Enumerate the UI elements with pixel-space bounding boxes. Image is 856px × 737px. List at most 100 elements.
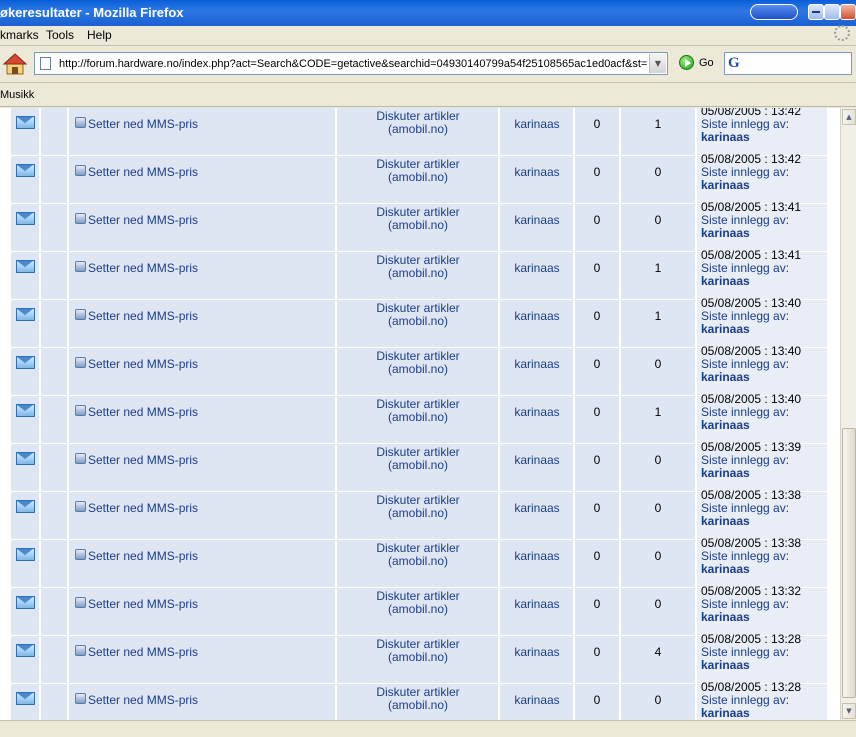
topic-title-link[interactable]: Setter ned MMS-pris xyxy=(88,693,198,707)
menu-bookmarks[interactable]: kmarks xyxy=(0,28,39,42)
last-post-user[interactable]: karinaas xyxy=(701,659,750,672)
go-to-post-icon[interactable] xyxy=(75,549,86,560)
topic-title-link[interactable]: Setter ned MMS-pris xyxy=(88,213,198,227)
go-to-post-icon[interactable] xyxy=(75,405,86,416)
forum-site[interactable]: (amobil.no) xyxy=(337,699,499,712)
forum-site[interactable]: (amobil.no) xyxy=(337,603,499,616)
forum-site[interactable]: (amobil.no) xyxy=(337,555,499,568)
forum-link[interactable]: Diskuter artikler (amobil.no) xyxy=(337,254,499,280)
views-count: 1 xyxy=(654,309,662,323)
topic-title-link[interactable]: Setter ned MMS-pris xyxy=(88,501,198,515)
author-link[interactable]: karinaas xyxy=(500,405,574,419)
author-link[interactable]: karinaas xyxy=(500,261,574,275)
forum-link[interactable]: Diskuter artikler (amobil.no) xyxy=(337,590,499,616)
forum-site[interactable]: (amobil.no) xyxy=(337,267,499,280)
go-to-post-icon[interactable] xyxy=(75,453,86,464)
author-link[interactable]: karinaas xyxy=(500,165,574,179)
forum-link[interactable]: Diskuter artikler (amobil.no) xyxy=(337,542,499,568)
last-post-user[interactable]: karinaas xyxy=(701,563,750,576)
author-link[interactable]: karinaas xyxy=(500,357,574,371)
topic-title-link[interactable]: Setter ned MMS-pris xyxy=(88,117,198,131)
last-post-user[interactable]: karinaas xyxy=(701,611,750,624)
last-post-user[interactable]: karinaas xyxy=(701,515,750,528)
forum-link[interactable]: Diskuter artikler (amobil.no) xyxy=(337,446,499,472)
last-post-user[interactable]: karinaas xyxy=(701,227,750,240)
go-to-post-icon[interactable] xyxy=(75,213,86,224)
author-link[interactable]: karinaas xyxy=(500,549,574,563)
go-to-post-icon[interactable] xyxy=(75,357,86,368)
url-bar[interactable]: ▼ xyxy=(34,52,668,75)
topic-title-link[interactable]: Setter ned MMS-pris xyxy=(88,597,198,611)
forum-site[interactable]: (amobil.no) xyxy=(337,315,499,328)
topic-title-link[interactable]: Setter ned MMS-pris xyxy=(88,405,198,419)
home-icon[interactable] xyxy=(2,52,28,76)
topic-title-link[interactable]: Setter ned MMS-pris xyxy=(88,357,198,371)
forum-link[interactable]: Diskuter artikler (amobil.no) xyxy=(337,110,499,136)
menu-tools[interactable]: Tools xyxy=(46,28,74,42)
forum-link[interactable]: Diskuter artikler (amobil.no) xyxy=(337,398,499,424)
go-to-post-icon[interactable] xyxy=(75,261,86,272)
search-box[interactable]: G xyxy=(724,52,852,75)
last-post-user[interactable]: karinaas xyxy=(701,467,750,480)
last-post-user[interactable]: karinaas xyxy=(701,275,750,288)
forum-link[interactable]: Diskuter artikler (amobil.no) xyxy=(337,686,499,712)
go-to-post-icon[interactable] xyxy=(75,309,86,320)
url-history-dropdown[interactable]: ▼ xyxy=(649,54,666,73)
topic-title-link[interactable]: Setter ned MMS-pris xyxy=(88,645,198,659)
forum-site[interactable]: (amobil.no) xyxy=(337,363,499,376)
author-link[interactable]: karinaas xyxy=(500,213,574,227)
last-post-user[interactable]: karinaas xyxy=(701,419,750,432)
scroll-down-button[interactable]: ▼ xyxy=(842,703,856,719)
topic-title-link[interactable]: Setter ned MMS-pris xyxy=(88,453,198,467)
bookmark-musikk[interactable]: Musikk xyxy=(0,89,34,101)
scroll-up-button[interactable]: ▲ xyxy=(842,109,856,125)
last-post-user[interactable]: karinaas xyxy=(701,323,750,336)
author-link[interactable]: karinaas xyxy=(500,309,574,323)
forum-link[interactable]: Diskuter artikler (amobil.no) xyxy=(337,302,499,328)
go-button-label[interactable]: Go xyxy=(699,57,714,69)
author-link[interactable]: karinaas xyxy=(500,453,574,467)
author-link[interactable]: karinaas xyxy=(500,645,574,659)
go-to-post-icon[interactable] xyxy=(75,117,86,128)
topic-title-link[interactable]: Setter ned MMS-pris xyxy=(88,261,198,275)
maximize-button[interactable] xyxy=(824,4,840,20)
go-icon[interactable] xyxy=(679,55,694,70)
forum-site[interactable]: (amobil.no) xyxy=(337,219,499,232)
forum-link[interactable]: Diskuter artikler (amobil.no) xyxy=(337,350,499,376)
go-to-post-icon[interactable] xyxy=(75,693,86,704)
minimize-button[interactable] xyxy=(808,4,824,20)
menu-help[interactable]: Help xyxy=(87,28,112,42)
topic-status-cell xyxy=(11,492,40,539)
forum-link[interactable]: Diskuter artikler (amobil.no) xyxy=(337,638,499,664)
scroll-thumb[interactable] xyxy=(842,428,856,698)
forum-site[interactable]: (amobil.no) xyxy=(337,459,499,472)
forum-site[interactable]: (amobil.no) xyxy=(337,123,499,136)
topic-title-link[interactable]: Setter ned MMS-pris xyxy=(88,549,198,563)
forum-site[interactable]: (amobil.no) xyxy=(337,411,499,424)
go-to-post-icon[interactable] xyxy=(75,165,86,176)
topic-title-link[interactable]: Setter ned MMS-pris xyxy=(88,309,198,323)
vertical-scrollbar[interactable]: ▲ ▼ xyxy=(840,108,856,720)
author-link[interactable]: karinaas xyxy=(500,693,574,707)
author-link[interactable]: karinaas xyxy=(500,117,574,131)
forum-link[interactable]: Diskuter artikler (amobil.no) xyxy=(337,494,499,520)
forum-link[interactable]: Diskuter artikler (amobil.no) xyxy=(337,206,499,232)
google-search-icon[interactable]: G xyxy=(728,55,740,72)
last-post-user[interactable]: karinaas xyxy=(701,131,750,144)
taskbar-toggle-button[interactable] xyxy=(750,4,798,20)
last-post-user[interactable]: karinaas xyxy=(701,179,750,192)
topic-title-link[interactable]: Setter ned MMS-pris xyxy=(88,165,198,179)
last-post-user[interactable]: karinaas xyxy=(701,371,750,384)
close-button[interactable] xyxy=(840,4,856,20)
go-to-post-icon[interactable] xyxy=(75,597,86,608)
go-to-post-icon[interactable] xyxy=(75,501,86,512)
forum-link[interactable]: Diskuter artikler (amobil.no) xyxy=(337,158,499,184)
url-input[interactable] xyxy=(59,56,647,71)
forum-site[interactable]: (amobil.no) xyxy=(337,171,499,184)
author-link[interactable]: karinaas xyxy=(500,501,574,515)
forum-site[interactable]: (amobil.no) xyxy=(337,651,499,664)
forum-site[interactable]: (amobil.no) xyxy=(337,507,499,520)
last-post-user[interactable]: karinaas xyxy=(701,707,750,720)
go-to-post-icon[interactable] xyxy=(75,645,86,656)
author-link[interactable]: karinaas xyxy=(500,597,574,611)
